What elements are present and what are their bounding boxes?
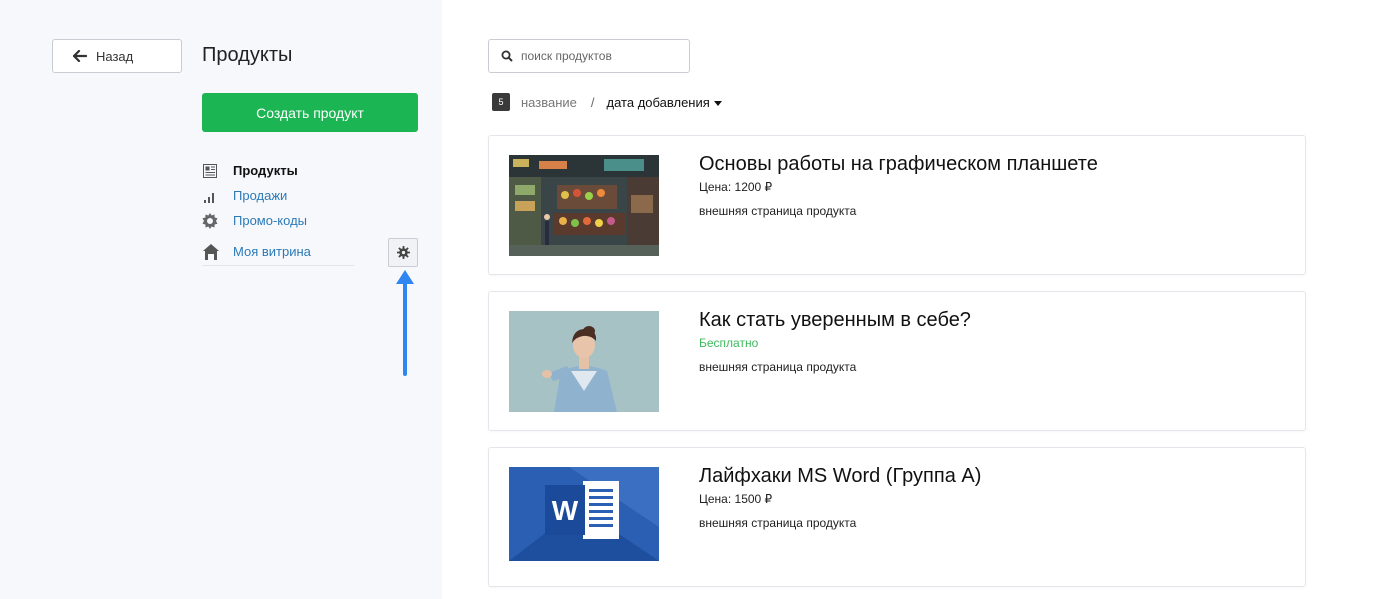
product-count-badge: 5 <box>492 93 510 111</box>
product-title[interactable]: Лайфхаки MS Word (Группа А) <box>699 465 981 488</box>
create-product-button[interactable]: Создать продукт <box>202 93 418 132</box>
product-card[interactable]: Основы работы на графическом планшете Це… <box>488 135 1306 275</box>
showcase-settings-button[interactable] <box>388 238 418 267</box>
product-title[interactable]: Основы работы на графическом планшете <box>699 153 1098 176</box>
external-page-link[interactable]: внешняя страница продукта <box>699 360 856 374</box>
gear-icon <box>396 246 410 259</box>
svg-text:W: W <box>552 495 579 526</box>
product-price: Цена: 1500 ₽ <box>699 492 773 506</box>
product-price: Бесплатно <box>699 336 759 350</box>
sidebar-item-label: Промо-коды <box>233 213 308 228</box>
sort-bar: 5 название / дата добавления <box>492 93 722 111</box>
sidebar: Назад Продукты Создать продукт Продукты … <box>0 0 442 599</box>
storefront-icon <box>202 243 220 261</box>
back-button[interactable]: Назад <box>52 39 182 73</box>
product-title[interactable]: Как стать уверенным в себе? <box>699 309 971 332</box>
sidebar-item-sales[interactable]: Продажи <box>202 183 422 208</box>
sidebar-item-label: Продажи <box>233 188 288 203</box>
search-icon <box>501 50 513 62</box>
sidebar-nav: Продукты Продажи Промо-коды <box>202 158 422 233</box>
back-button-label: Назад <box>96 48 134 64</box>
product-thumbnail[interactable] <box>509 155 659 256</box>
external-page-link[interactable]: внешняя страница продукта <box>699 204 856 218</box>
sort-by-date[interactable]: дата добавления <box>607 95 722 110</box>
page-title: Продукты <box>202 44 293 66</box>
arrow-left-icon <box>73 50 87 62</box>
sort-separator: / <box>590 94 595 110</box>
bar-chart-icon <box>202 188 218 204</box>
search-input[interactable] <box>521 49 681 63</box>
product-price: Цена: 1200 ₽ <box>699 180 773 194</box>
products-list-icon <box>202 163 218 179</box>
product-card[interactable]: W Лайфхаки MS Word (Группа А) Цена: 1500… <box>488 447 1306 587</box>
product-card[interactable]: Как стать уверенным в себе? Бесплатно вн… <box>488 291 1306 431</box>
caret-down-icon <box>713 100 722 106</box>
sort-by-name[interactable]: название <box>521 95 577 110</box>
external-page-link[interactable]: внешняя страница продукта <box>699 516 856 530</box>
product-thumbnail[interactable] <box>509 311 659 412</box>
sidebar-item-products[interactable]: Продукты <box>202 158 422 183</box>
sidebar-item-showcase[interactable]: Моя витрина <box>202 238 354 266</box>
search-box[interactable] <box>488 39 690 73</box>
promo-badge-icon <box>202 212 218 229</box>
sidebar-item-promo[interactable]: Промо-коды <box>202 208 422 233</box>
pointer-arrow-up <box>396 270 414 376</box>
sort-by-date-label: дата добавления <box>606 94 710 110</box>
product-thumbnail[interactable]: W <box>509 467 659 568</box>
sidebar-item-label: Продукты <box>233 163 298 178</box>
sidebar-item-label: Моя витрина <box>233 244 311 259</box>
